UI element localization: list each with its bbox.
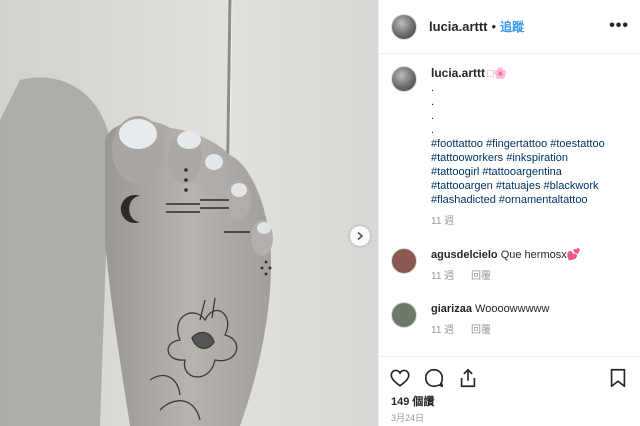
comment-username[interactable]: agusdelcielo [431, 249, 498, 261]
post-date: 3月24日 [391, 413, 425, 423]
comment-username[interactable]: giarizaa [431, 303, 472, 315]
caption-dot: . [431, 82, 435, 94]
post-header: lucia.arttt • 追蹤 ••• [379, 0, 640, 54]
post-photo [0, 0, 378, 426]
like-button[interactable] [389, 367, 411, 389]
comment-avatar[interactable] [391, 302, 417, 328]
caption-avatar[interactable] [391, 66, 417, 92]
header-username[interactable]: lucia.arttt [429, 19, 488, 34]
comment-button[interactable] [423, 367, 445, 389]
share-button[interactable] [457, 367, 479, 389]
comment-item: giarizaa Woooowwwww 11 週 回覆 [391, 302, 631, 338]
comment-text: Que hermosx💕 [500, 249, 581, 261]
heart-icon [390, 369, 410, 387]
hashtag-line[interactable]: #tattoogirl #tattooargentina [431, 165, 605, 179]
chevron-right-icon [357, 231, 364, 241]
hashtag-line[interactable]: #foottattoo #fingertattoo #toestattoo [431, 137, 605, 151]
reply-button[interactable]: 回覆 [471, 325, 491, 336]
caption-username[interactable]: lucia.arttt [431, 66, 485, 80]
caption-timestamp[interactable]: 11 週 [431, 215, 605, 229]
comment-avatar[interactable] [391, 248, 417, 274]
foot-tattoo-image [0, 0, 378, 426]
caption-emoji: □🌸 [487, 68, 508, 80]
post-side-panel: lucia.arttt • 追蹤 ••• lucia.arttt □🌸 . . .… [378, 0, 640, 426]
save-button[interactable] [607, 367, 629, 389]
more-options-icon[interactable]: ••• [609, 17, 629, 35]
bookmark-icon [610, 368, 626, 388]
comment-icon [424, 368, 444, 388]
comment-time[interactable]: 11 週 [431, 325, 454, 336]
comment-time[interactable]: 11 週 [431, 271, 454, 282]
hashtag-line[interactable]: #flashadicted #ornamentaltattoo [431, 193, 605, 207]
separator-dot: • [491, 19, 497, 34]
hashtag-line[interactable]: #tattooworkers #inkspiration [431, 151, 605, 165]
like-count[interactable]: 149 個讚 [391, 393, 434, 409]
caption-dot: . [431, 110, 435, 122]
post-actions: 149 個讚 3月24日 [379, 356, 640, 426]
caption-dot: . [431, 124, 435, 136]
comment-text: Woooowwwww [475, 303, 550, 315]
post-caption: lucia.arttt □🌸 . . . . #foottattoo #finge… [391, 66, 631, 229]
hashtag-line[interactable]: #tattooargen #tatuajes #blackwork [431, 179, 605, 193]
next-photo-button[interactable] [350, 226, 370, 246]
share-icon [460, 368, 476, 388]
reply-button[interactable]: 回覆 [471, 271, 491, 282]
caption-dot: . [431, 96, 435, 108]
comment-item: agusdelcielo Que hermosx💕 11 週 回覆 [391, 248, 631, 284]
follow-button[interactable]: 追蹤 [500, 18, 524, 35]
avatar[interactable] [391, 13, 417, 40]
